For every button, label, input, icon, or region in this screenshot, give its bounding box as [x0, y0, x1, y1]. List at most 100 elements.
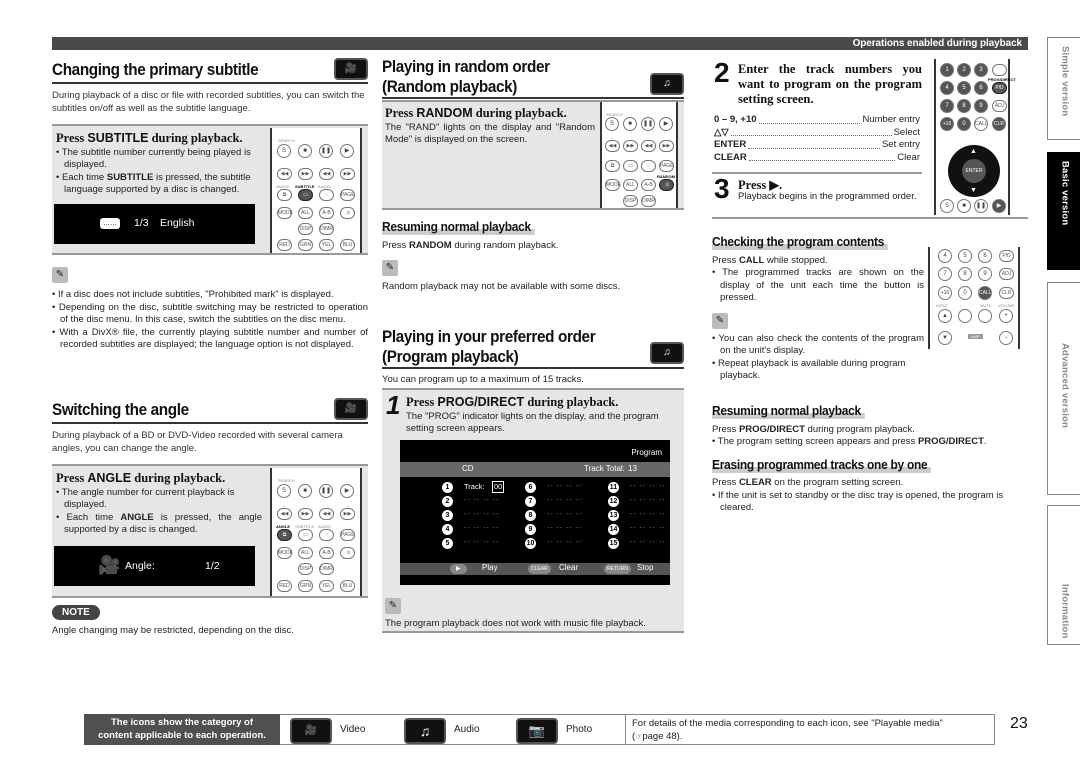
- angle-button: ⧉: [605, 160, 620, 172]
- yellow-button: YEL: [319, 580, 334, 592]
- tab-advanced-version[interactable]: Advanced version: [1047, 282, 1080, 495]
- forward-button: ▶▶: [659, 140, 674, 152]
- play-button: ▶: [340, 484, 354, 498]
- return-key: RETURN: [604, 564, 631, 574]
- header-bar: Operations enabled during playback: [52, 37, 1028, 50]
- program-steps-2-3: 2 Enter the track numbers you want to pr…: [712, 57, 1028, 219]
- stop-button: ■: [298, 484, 312, 498]
- next-button: ▶▶: [623, 140, 638, 152]
- clear-button: CLR: [992, 117, 1006, 131]
- footer-reference: For details of the media corresponding t…: [625, 714, 995, 745]
- angle-button: ⧉: [277, 189, 292, 201]
- note-bullet: • With a DivX® file, the currently playi…: [52, 326, 368, 351]
- remote-illustration: SEARCH S ■ ❚❚ ▶ ◀◀ ▶▶ ◀◀ ▶▶ ⧉ ▭ ◌ PAGE R…: [600, 102, 678, 208]
- audio-icon: ♫: [404, 718, 446, 744]
- empty-slot: -- -- -- --: [464, 525, 500, 532]
- empty-slot: -- -- -- --: [630, 497, 666, 504]
- clear-button: CLR: [999, 287, 1014, 299]
- disp-button: DISP: [298, 223, 313, 235]
- dot-leader: [758, 114, 861, 124]
- digit-9-button: 9: [978, 267, 992, 281]
- step-desc: Playback begins in the programmed order.: [738, 191, 917, 202]
- disp-button: DISP: [623, 195, 638, 207]
- slot-number: 11: [608, 482, 619, 493]
- key-row: 0 – 9, +10 Number entry: [714, 114, 920, 127]
- key-list: 0 – 9, +10 Number entry △▽ Select ENTER Set e…: [714, 114, 920, 164]
- digit-8-button: 8: [958, 267, 972, 281]
- next-button: ▶▶: [298, 508, 313, 520]
- digit-6-button: 6: [974, 81, 988, 95]
- random-step-box: Press RANDOM during playback. The "RAND"…: [382, 100, 684, 210]
- stop-label: Stop: [637, 563, 654, 572]
- bullet: • If the unit is set to standby or the d…: [712, 489, 1004, 514]
- page-button: PAGE: [659, 160, 674, 172]
- angle-osd: 🎥 Angle: 1/2: [54, 546, 255, 586]
- slot-number: 3: [442, 510, 453, 521]
- dot-leader: [730, 127, 892, 137]
- osd-footer: ▶ Play CLEAR Clear RETURN Stop: [400, 563, 670, 575]
- section-title-line1: Playing in random order: [382, 57, 550, 76]
- subsection-title: Resuming normal playback: [712, 402, 865, 420]
- forward-button: ▶▶: [340, 508, 355, 520]
- tab-information[interactable]: Information: [1047, 505, 1080, 645]
- prog-direct-button: P/D: [992, 82, 1007, 94]
- key-desc: Number entry: [862, 114, 920, 125]
- plus10-button: +10: [940, 117, 954, 131]
- pause-button: ❚❚: [319, 144, 333, 158]
- page-button: PAGE: [340, 189, 355, 201]
- track-input[interactable]: 00: [492, 481, 505, 493]
- angle-value: 1/2: [205, 560, 220, 572]
- random-button: ⤨: [340, 207, 355, 219]
- key-name: △▽: [714, 126, 729, 138]
- step-title: Press RANDOM during playback.: [385, 106, 567, 120]
- subtitle-osd: …… 1/3 English: [54, 204, 255, 244]
- digit-4-button: 4: [940, 81, 954, 95]
- stop-button: ■: [298, 144, 312, 158]
- clear-key: CLEAR: [528, 564, 551, 574]
- pause-button: ❚❚: [641, 117, 655, 131]
- plus10-button: +10: [938, 286, 952, 300]
- resume-text: Press RANDOM during random playback.: [382, 239, 559, 251]
- subtitle-language: English: [160, 217, 195, 229]
- video-icon: 🎥: [334, 398, 368, 420]
- video-icon: 🎥: [290, 718, 332, 744]
- camera-icon: 🎥: [98, 555, 121, 575]
- next-button: ▶▶: [298, 168, 313, 180]
- track-slots: 1 Track: 00 2 -- -- -- -- 3 -- -- -- -- 4 -- -- …: [400, 481, 670, 552]
- yellow-button: YEL: [319, 239, 334, 251]
- empty-slot: -- -- -- --: [464, 511, 500, 518]
- tab-basic-version[interactable]: Basic version: [1047, 152, 1080, 270]
- empty-slot: -- -- -- --: [547, 483, 583, 490]
- pencil-icon: ✎: [52, 267, 68, 283]
- osd-source: CD: [462, 464, 474, 473]
- key-desc: Select: [893, 126, 920, 138]
- step-title: Press PROG/DIRECT during playback.: [406, 395, 619, 409]
- subtitle-step-box: Press SUBTITLE during playback. • The su…: [52, 124, 368, 255]
- all-button: ALL: [298, 207, 313, 219]
- section-title-line2: (Random playback): [382, 77, 518, 96]
- slot-number: 13: [608, 510, 619, 521]
- subsection-title: Erasing programmed tracks one by one: [712, 455, 932, 473]
- disp-button: DISP: [298, 563, 313, 575]
- footer-legend: The icons show the category of content a…: [84, 714, 280, 745]
- program-osd: Program CD Track Total: 13 1 Track: 00 2 -- …: [400, 440, 670, 585]
- tab-simple-version[interactable]: Simple version: [1047, 37, 1080, 140]
- green-button: GRN: [298, 239, 313, 251]
- category-label: Audio: [454, 724, 480, 735]
- rewind-button: ◀◀: [319, 168, 334, 180]
- category-label: Video: [340, 724, 366, 735]
- slot-number: 4: [442, 524, 453, 535]
- step-desc: The "RAND" lights on the display and "Ra…: [385, 121, 595, 146]
- remote-illustration: SEARCH S ■ ❚❚ ▶ ◀◀ ▶▶ ◀◀ ▶▶ ANGLE SUBTIT…: [270, 128, 362, 253]
- adj-button: ADJ: [999, 268, 1014, 280]
- photo-icon: 📷: [516, 718, 558, 744]
- slot-number: 14: [608, 524, 619, 535]
- digit-6-button: 6: [978, 249, 992, 263]
- slot-number: 10: [525, 538, 536, 549]
- slot-number: 8: [525, 510, 536, 521]
- page-link[interactable]: page 48).: [642, 731, 682, 742]
- random-button: ⤨: [340, 547, 355, 559]
- section-rule: [52, 422, 368, 424]
- section-intro: You can program up to a maximum of 15 tr…: [382, 374, 584, 385]
- dimmer-button: DIMR: [641, 195, 656, 207]
